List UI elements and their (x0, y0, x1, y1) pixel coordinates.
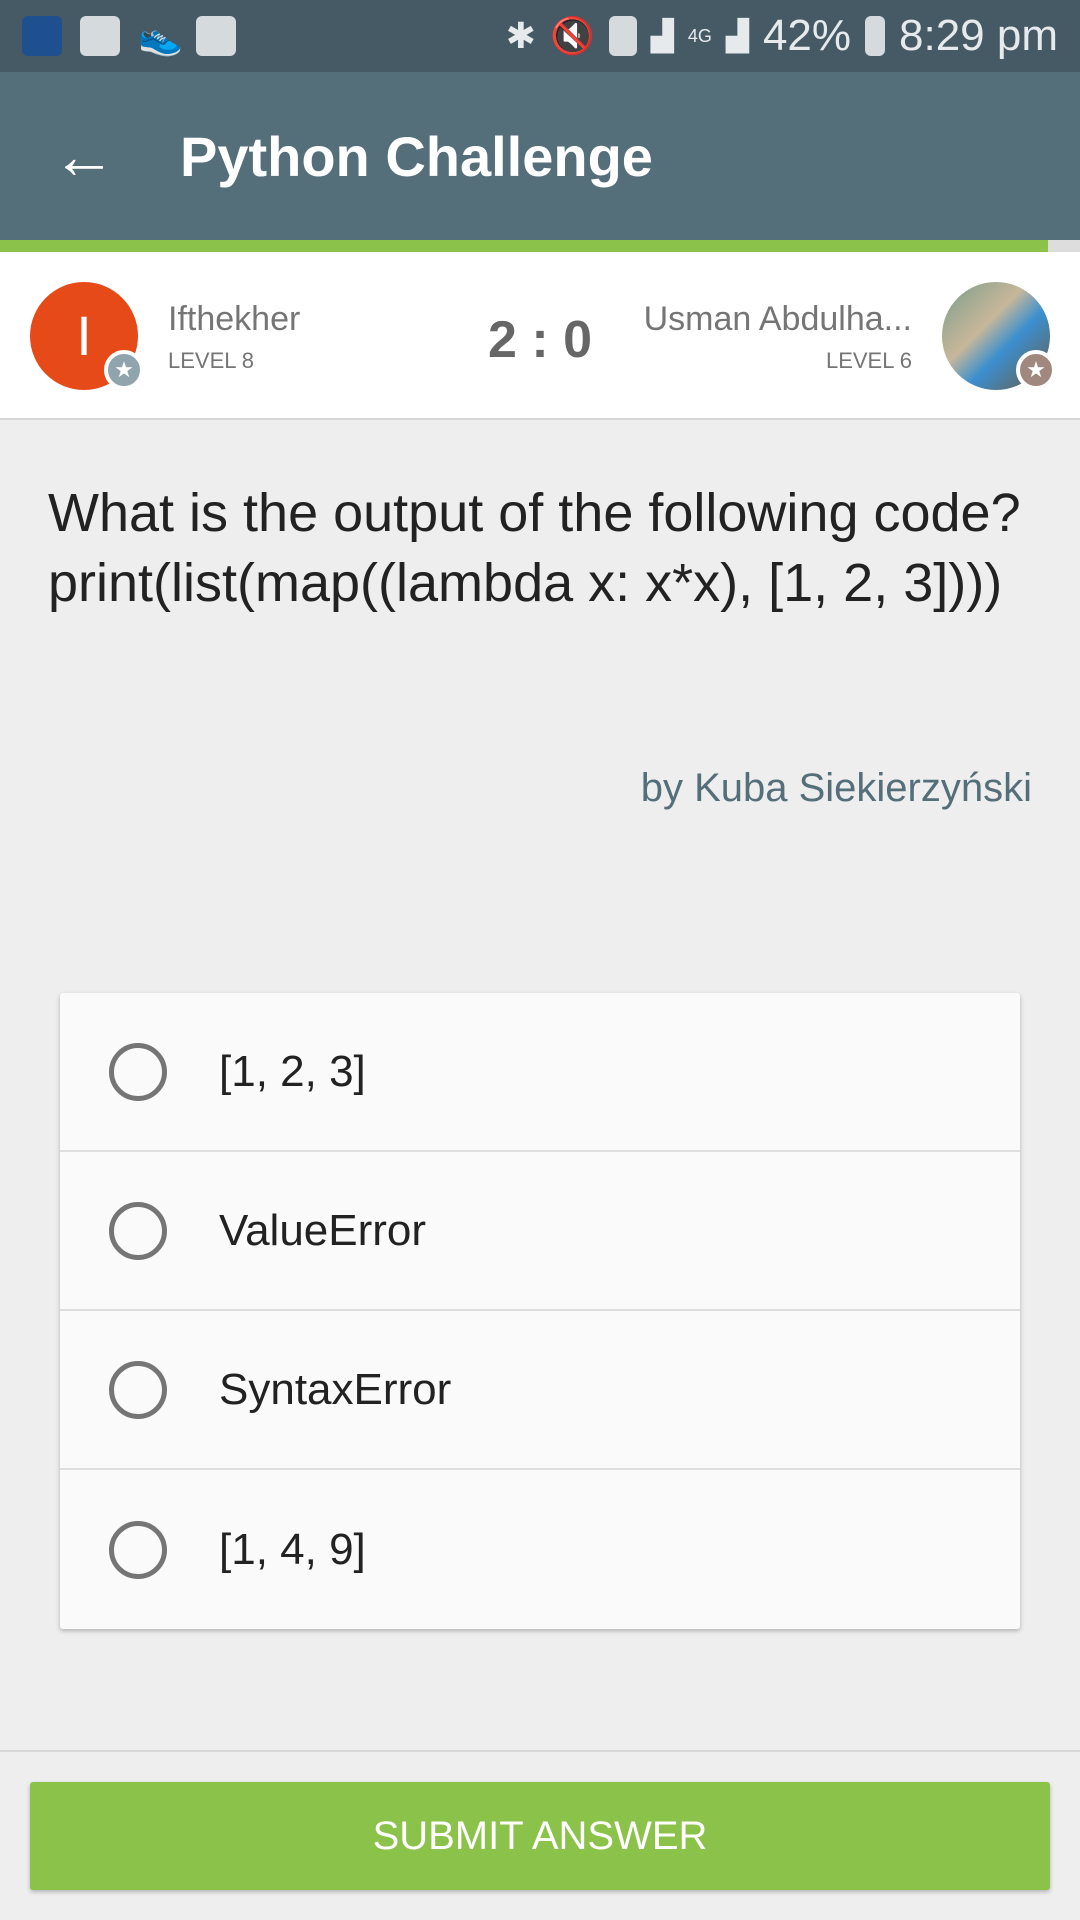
player-right-name: Usman Abdulha... (643, 300, 912, 338)
question-line: What is the output of the following code… (48, 483, 1021, 543)
option-label: ValueError (219, 1205, 427, 1255)
battery-percent: 42% (762, 11, 852, 60)
signal-icon: ▟ (650, 19, 674, 53)
mute-icon: 🔇 (549, 15, 595, 56)
submit-answer-button[interactable]: SUBMIT ANSWER (30, 1782, 1050, 1890)
bluetooth-icon: ✱ (505, 15, 536, 56)
question-author: by Kuba Siekierzyński (640, 766, 1032, 810)
signal-icon: ▟ (725, 19, 749, 53)
question-code: print(list(map((lambda x: x*x), [1, 2, 3… (48, 553, 1003, 613)
players-header: I ★ Ifthekher LEVEL 8 2 : 0 Usman Abdulha… (0, 252, 1080, 420)
arrow-left-icon[interactable]: ← (52, 124, 116, 188)
player-right-level: LEVEL 6 (825, 348, 912, 373)
option-label: [1, 2, 3] (219, 1046, 366, 1096)
clock: 8:29 pm (899, 11, 1058, 60)
option-4[interactable]: [1, 4, 9] (60, 1470, 1020, 1629)
youtube-icon (80, 16, 120, 56)
radio-button[interactable] (109, 1201, 167, 1260)
radio-button[interactable] (109, 1520, 167, 1579)
shoe-icon: 👟 (138, 16, 183, 57)
progress-fill (0, 240, 1048, 252)
dictionary-app-icon (22, 16, 62, 56)
avatar-right[interactable]: ★ (942, 282, 1056, 390)
question-text: What is the output of the following code… (48, 478, 1038, 618)
app-bar: ← Python Challenge (0, 72, 1080, 240)
score: 2 : 0 (487, 311, 593, 369)
status-bar: 👟 ✱ 🔇 ▟ 4G ▟ 42% 8:29 pm (0, 0, 1080, 72)
radio-button[interactable] (109, 1042, 167, 1101)
progress-bar (0, 240, 1080, 252)
4g-icon: 4G (687, 25, 712, 46)
options-card: [1, 2, 3] ValueError SyntaxError [1, 4, … (60, 993, 1020, 1629)
option-3[interactable]: SyntaxError (60, 1311, 1020, 1470)
divider (0, 1750, 1080, 1752)
radio-button[interactable] (109, 1360, 167, 1419)
battery-icon (865, 16, 886, 56)
option-label: [1, 4, 9] (219, 1524, 366, 1574)
option-label: SyntaxError (219, 1364, 452, 1414)
sim-icon (608, 16, 637, 56)
page-title: Python Challenge (180, 124, 653, 188)
image-icon (196, 16, 236, 56)
star-icon: ★ (1016, 350, 1056, 390)
option-2[interactable]: ValueError (60, 1152, 1020, 1311)
option-1[interactable]: [1, 2, 3] (60, 993, 1020, 1152)
